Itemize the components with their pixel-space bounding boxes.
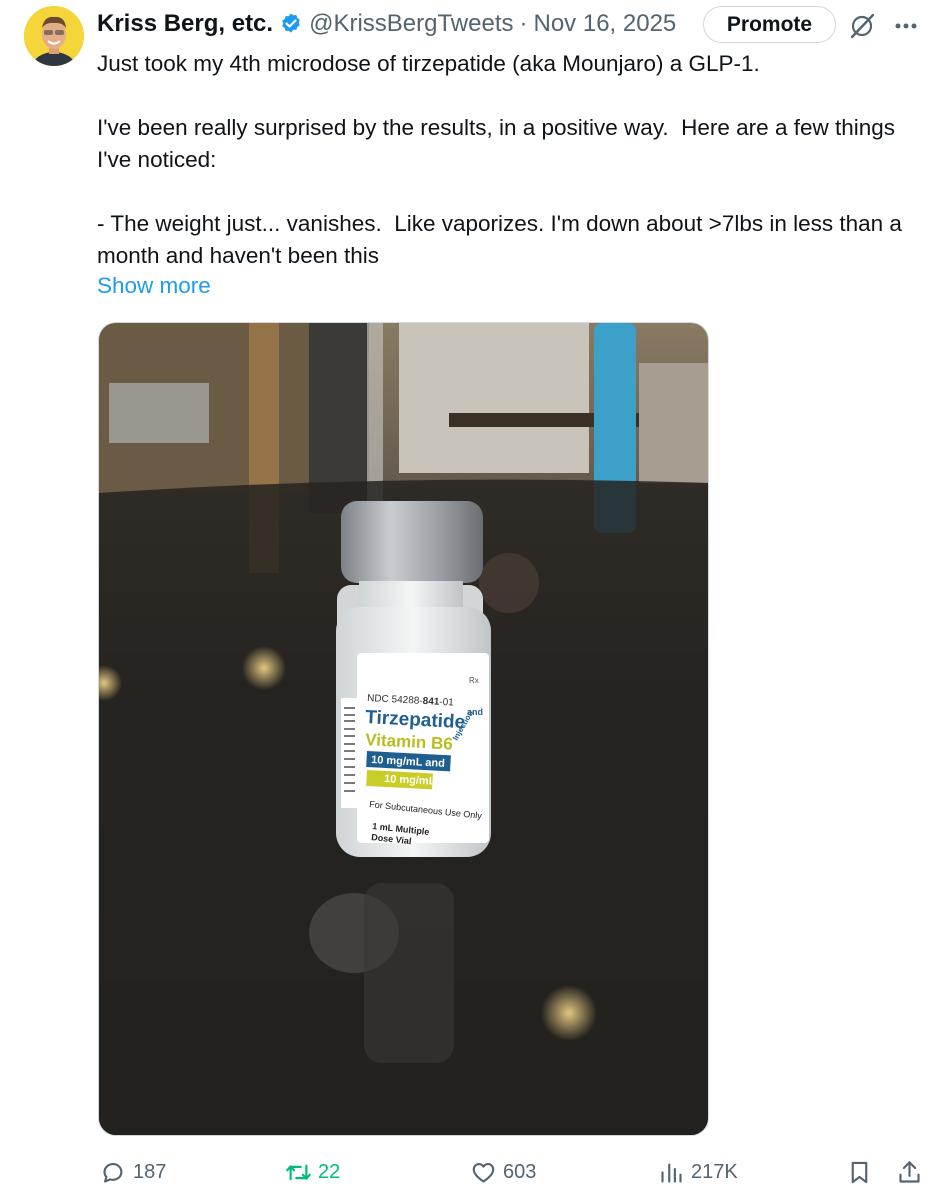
views-count: 217K [691, 1160, 738, 1183]
reply-count: 187 [133, 1160, 167, 1183]
grok-icon[interactable] [846, 10, 878, 42]
bookmark-icon [851, 1161, 868, 1183]
like-button[interactable]: 603 [470, 1150, 536, 1194]
views-button[interactable]: 217K [658, 1150, 738, 1194]
share-icon [899, 1160, 920, 1183]
vial-ndc-number: 841 [422, 696, 440, 708]
separator-dot: · [519, 10, 528, 37]
share-button[interactable] [896, 1150, 929, 1194]
promote-button[interactable]: Promote [703, 6, 836, 43]
action-bar: 187 22 603 217K [0, 1150, 951, 1194]
reply-icon [103, 1162, 123, 1183]
views-icon [661, 1163, 682, 1183]
tweet-paragraph: - The weight just... vanishes. Like vapo… [97, 211, 909, 268]
more-icon[interactable] [890, 10, 922, 42]
bookmark-button[interactable] [846, 1150, 879, 1194]
tweet-header: Kriss Berg, etc. @KrissBergTweets · Nov … [97, 4, 676, 44]
avatar-photo [24, 6, 84, 66]
show-more-link[interactable]: Show more [97, 270, 211, 302]
vial-photo: NDC 54288-841-01 Rx Tirzepatide and Vita… [99, 323, 708, 1135]
tweet-photo[interactable]: NDC 54288-841-01 Rx Tirzepatide and Vita… [98, 322, 709, 1136]
reply-button[interactable]: 187 [100, 1150, 166, 1194]
like-icon [472, 1162, 495, 1183]
tweet-paragraph: Just took my 4th microdose of tirzepatid… [97, 51, 760, 76]
retweet-button[interactable]: 22 [285, 1150, 340, 1194]
post-date[interactable]: Nov 16, 2025 [534, 10, 677, 38]
like-count: 603 [503, 1160, 537, 1183]
vial-ndc-suffix: -01 [439, 697, 454, 709]
retweet-icon [286, 1164, 311, 1180]
avatar[interactable] [24, 6, 84, 66]
author-name[interactable]: Kriss Berg, etc. [97, 10, 273, 38]
verified-badge-icon[interactable] [279, 12, 303, 36]
tweet-text: Just took my 4th microdose of tirzepatid… [97, 48, 917, 272]
author-handle[interactable]: @KrissBergTweets [309, 10, 513, 38]
retweet-count: 22 [318, 1160, 341, 1183]
tweet-paragraph: I've been really surprised by the result… [97, 115, 902, 172]
vial-rx: Rx [469, 676, 479, 685]
